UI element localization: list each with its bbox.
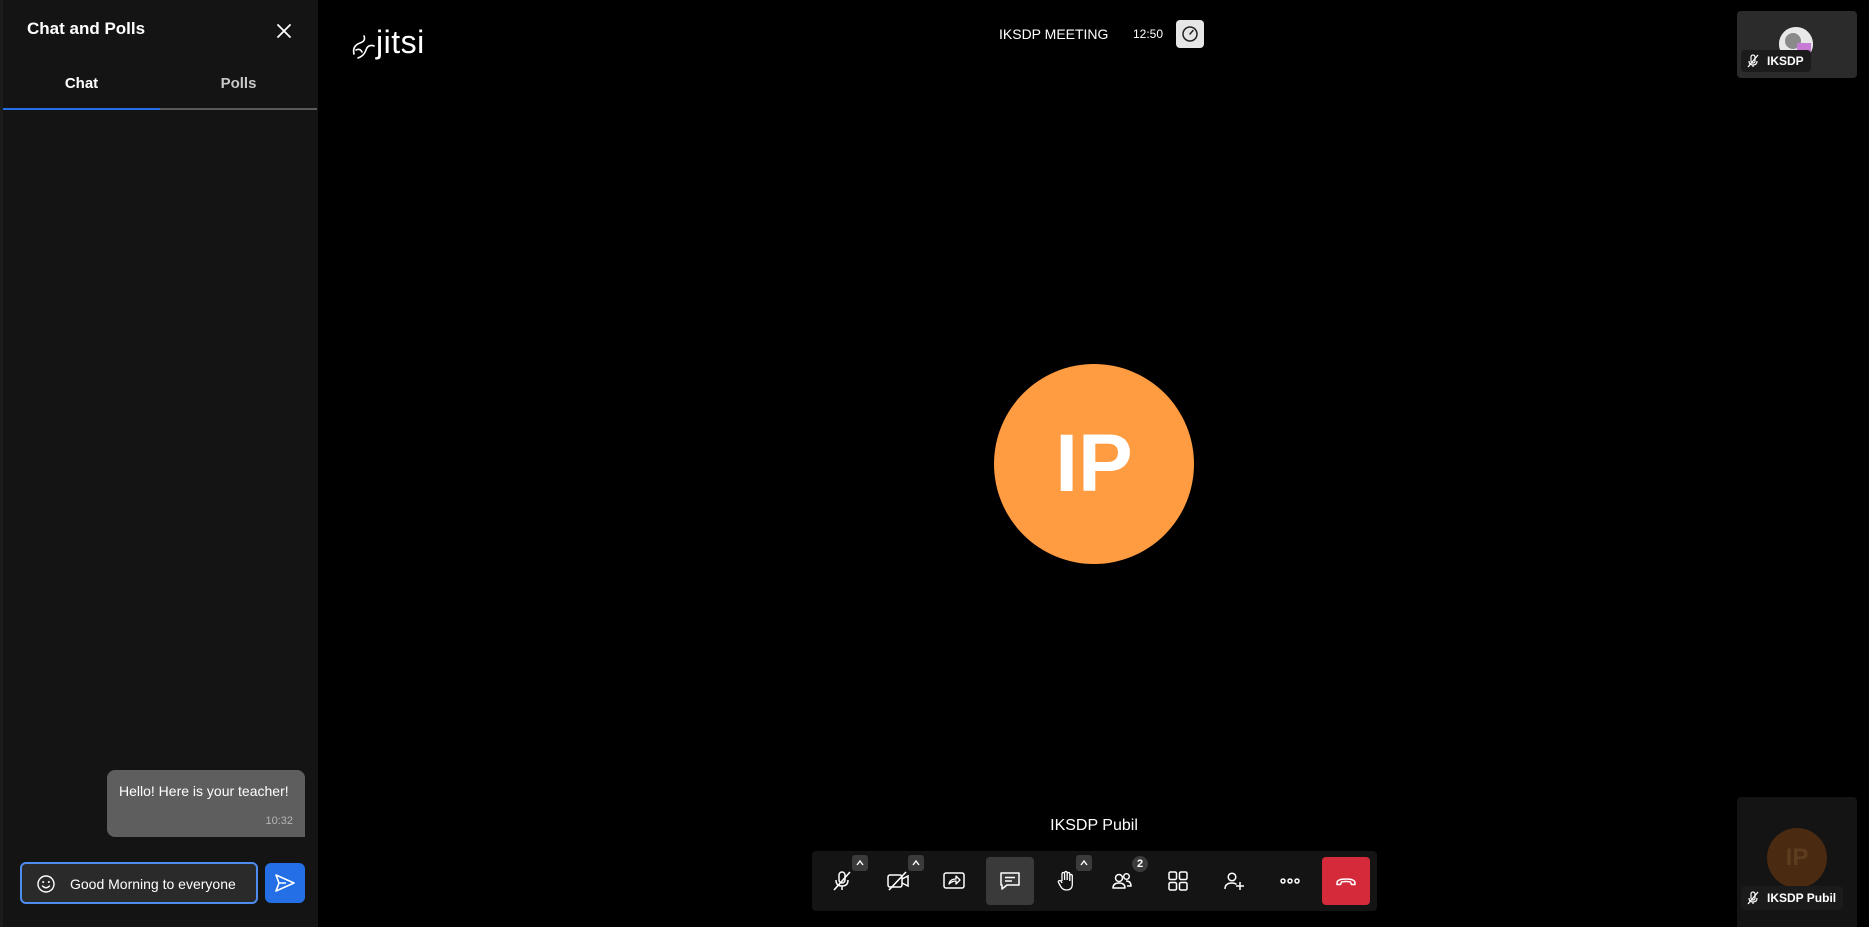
close-chat-button[interactable] <box>271 18 297 44</box>
thumbnail-label: IKSDP <box>1741 50 1811 72</box>
more-actions-button[interactable] <box>1266 857 1314 905</box>
send-button[interactable] <box>265 863 305 903</box>
thumbnail-name: IKSDP <box>1767 54 1804 68</box>
message-composer <box>20 862 258 904</box>
mic-muted-icon <box>833 871 851 891</box>
camera-off-icon <box>887 871 909 891</box>
thumbnail-label: IKSDP Pubil <box>1741 886 1844 910</box>
tile-view-button[interactable] <box>1154 857 1202 905</box>
share-screen-button[interactable] <box>930 857 978 905</box>
logo-text: jitsi <box>376 24 425 60</box>
message-time: 10:32 <box>265 815 293 827</box>
tile-view-icon <box>1168 871 1188 891</box>
main-participant-avatar: IP <box>994 364 1194 564</box>
tab-chat[interactable]: Chat <box>3 66 160 110</box>
audio-settings-caret[interactable] <box>852 855 868 871</box>
chat-button[interactable] <box>986 857 1034 905</box>
close-icon <box>277 24 291 38</box>
chat-panel: Chat and Polls Chat Polls Hello! Here is… <box>0 0 318 927</box>
chat-header: Chat and Polls <box>3 0 318 58</box>
hangup-icon <box>1336 878 1356 886</box>
chat-title: Chat and Polls <box>27 19 146 38</box>
meeting-timer: 12:50 <box>1133 27 1164 41</box>
dominant-speaker-name: IKSDP Pubil <box>1040 814 1148 840</box>
chat-icon <box>1000 872 1020 890</box>
share-screen-icon <box>943 872 965 889</box>
meeting-title: IKSDP MEETING <box>999 26 1109 42</box>
message-input[interactable] <box>68 864 258 904</box>
chat-tabs: Chat Polls <box>3 66 318 110</box>
tab-polls[interactable]: Polls <box>160 66 317 110</box>
meeting-toolbar: 2 <box>812 851 1377 911</box>
invite-people-button[interactable] <box>1210 857 1258 905</box>
chevron-up-icon <box>1080 859 1088 866</box>
avatar: IP <box>1767 828 1827 888</box>
participants-icon <box>1112 872 1132 889</box>
emoji-button[interactable] <box>36 874 56 894</box>
chat-message: Hello! Here is your teacher! 10:32 <box>107 770 305 837</box>
message-text: Hello! Here is your teacher! <box>119 783 289 799</box>
thumbnail-name: IKSDP Pubil <box>1767 891 1837 905</box>
mic-muted-icon <box>1747 54 1759 68</box>
raise-hand-icon <box>1057 870 1073 891</box>
participants-count-badge: 2 <box>1132 856 1148 872</box>
more-horizontal-icon <box>1280 878 1300 884</box>
emoji-icon <box>37 875 55 893</box>
chevron-up-icon <box>856 859 864 866</box>
reactions-caret[interactable] <box>1076 855 1092 871</box>
speedometer-icon <box>1182 26 1198 42</box>
add-user-icon <box>1224 872 1244 890</box>
chevron-up-icon <box>912 859 920 866</box>
participant-thumbnail-iksdp-pubil[interactable]: IP IKSDP Pubil <box>1737 797 1857 927</box>
video-settings-caret[interactable] <box>908 855 924 871</box>
performance-settings-button[interactable] <box>1176 20 1204 48</box>
send-icon <box>275 874 295 892</box>
participant-thumbnail-iksdp[interactable]: IKSDP <box>1737 11 1857 78</box>
hangup-button[interactable] <box>1322 857 1370 905</box>
mic-muted-icon <box>1747 891 1759 905</box>
